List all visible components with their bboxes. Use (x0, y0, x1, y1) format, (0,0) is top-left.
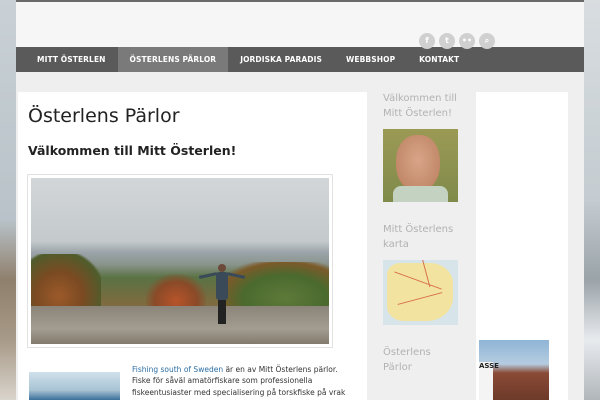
sidebar: Välkommen till Mitt Österlen! Mitt Öster… (383, 92, 459, 375)
portrait-image[interactable] (383, 129, 458, 202)
nav-item-kontakt[interactable]: KONTAKT (407, 47, 471, 72)
map-image[interactable] (383, 260, 458, 325)
page-title: Österlens Pärlor (28, 105, 180, 127)
article-excerpt: Fishing south of Sweden är en av Mitt Ös… (132, 364, 357, 400)
background-scenery-right (584, 0, 600, 400)
flickr-icon[interactable]: •• (459, 33, 475, 49)
nav-item-webbshop[interactable]: WEBBSHOP (334, 47, 407, 72)
main-content: Österlens Pärlor Välkommen till Mitt Öst… (18, 92, 367, 400)
site-header: f t •• ⌕ (16, 0, 584, 49)
social-icons: f t •• ⌕ (419, 33, 495, 49)
photo-person (198, 264, 246, 324)
background-scenery-left (0, 0, 16, 400)
nav-item-jordiska-paradis[interactable]: JORDISKA PARADIS (228, 47, 334, 72)
search-icon[interactable]: ⌕ (479, 33, 495, 49)
widget-title-map: Mitt Österlens karta (383, 224, 454, 250)
widget-title-parlor: Österlens Pärlor (383, 347, 431, 373)
facebook-icon[interactable]: f (419, 33, 435, 49)
twitter-icon[interactable]: t (439, 33, 455, 49)
right-column-photo[interactable]: ASSE (479, 340, 549, 400)
right-column: ASSE (476, 92, 568, 400)
widget-title-welcome: Välkommen till Mitt Österlen! (383, 93, 457, 119)
nav-item-mitt-osterlen[interactable]: MITT ÖSTERLEN (16, 47, 118, 72)
main-navigation: MITT ÖSTERLEN ÖSTERLENS PÄRLOR JORDISKA … (16, 47, 584, 72)
welcome-heading: Välkommen till Mitt Österlen! (28, 143, 237, 158)
fishing-thumbnail[interactable] (29, 372, 120, 400)
photo-hilltop (31, 306, 329, 344)
nav-item-osterlens-parlor[interactable]: ÖSTERLENS PÄRLOR (117, 47, 229, 72)
featured-photo-frame (27, 174, 333, 348)
photo-sign: ASSE (479, 362, 499, 400)
fishing-link[interactable]: Fishing south of Sweden (132, 365, 223, 374)
featured-photo[interactable] (31, 178, 329, 344)
